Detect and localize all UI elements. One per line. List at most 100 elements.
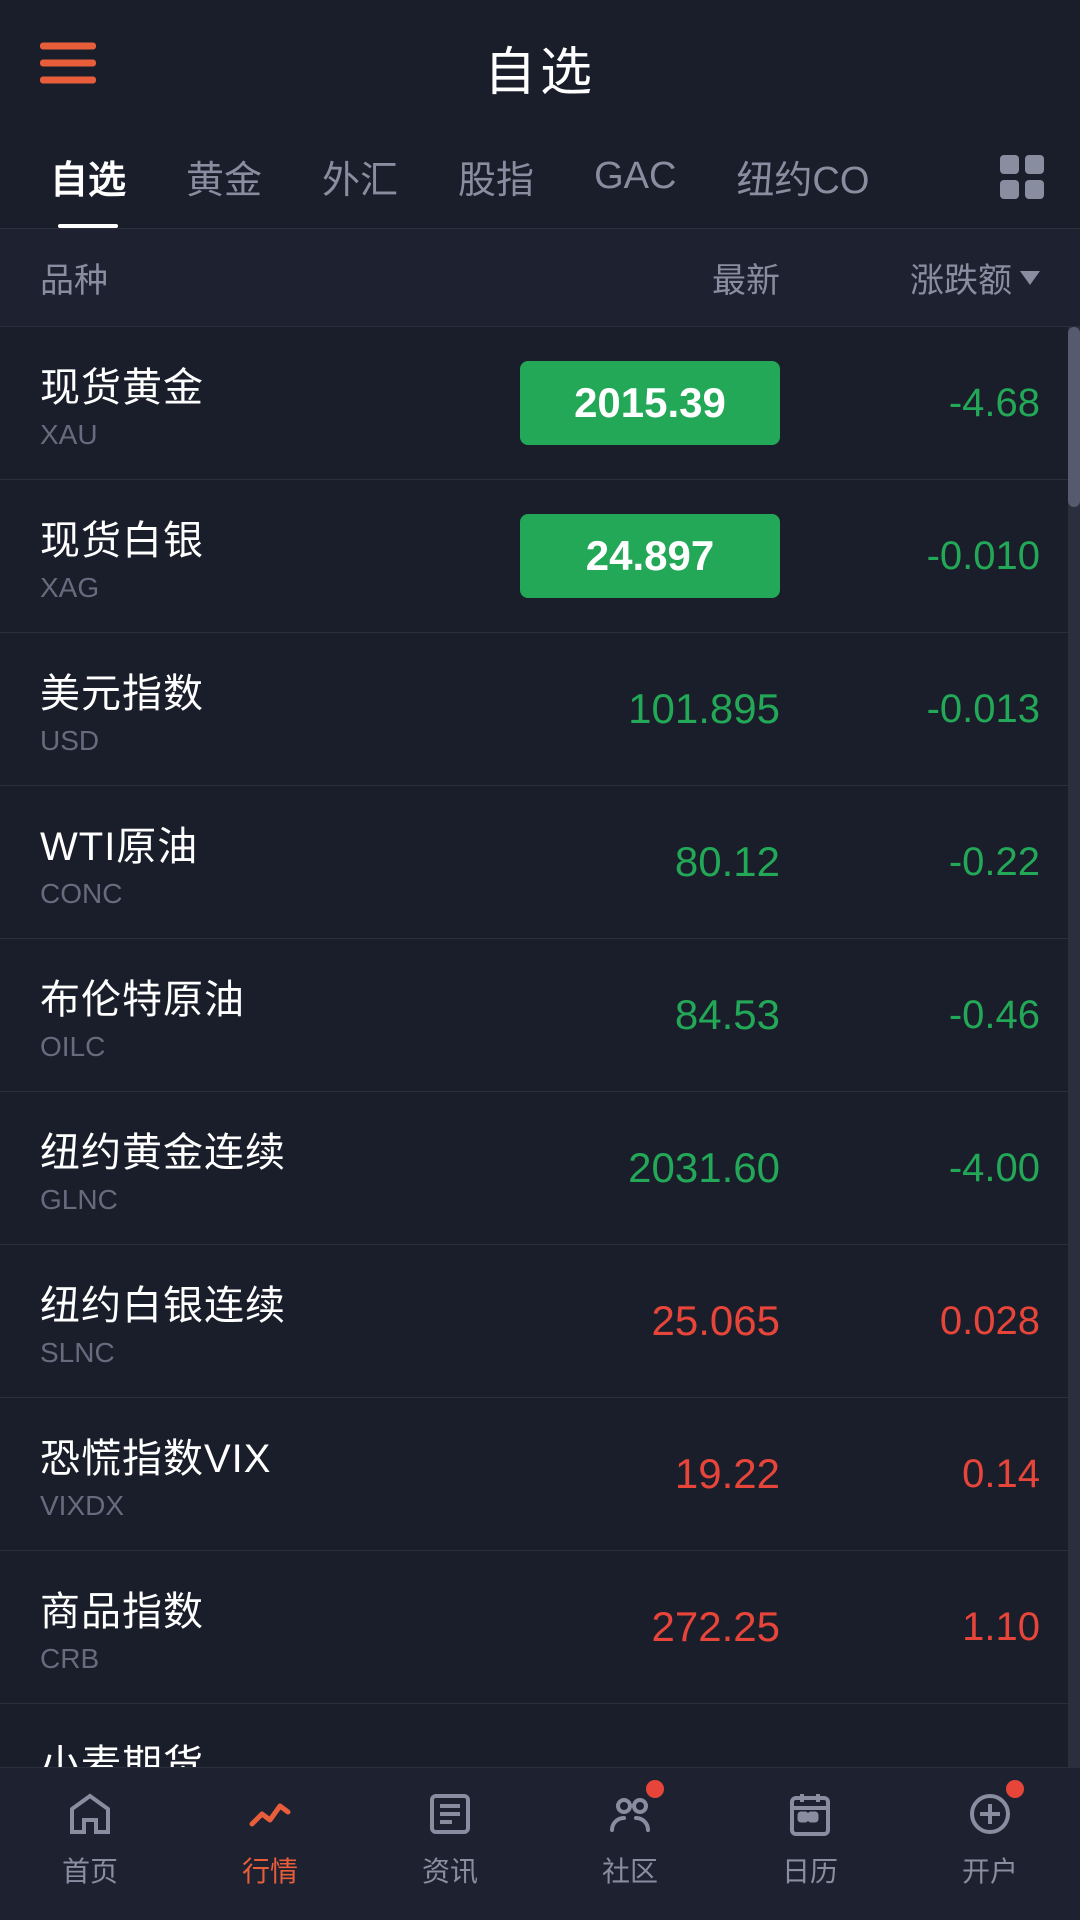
table-row[interactable]: 现货白银 XAG 24.897 -0.010	[0, 480, 1080, 633]
row-name-en: OILC	[40, 1031, 500, 1063]
grid-cell-1	[1000, 155, 1019, 174]
row-name-col: WTI原油 CONC	[40, 814, 500, 910]
table-row[interactable]: 商品指数 CRB 272.25 1.10	[0, 1551, 1080, 1704]
row-name-zh: WTI原油	[40, 814, 500, 872]
community-badge	[646, 1780, 664, 1798]
row-price-col: 272.25	[500, 1603, 820, 1651]
menu-icon-line1	[40, 42, 96, 49]
row-name-zh: 恐慌指数VIX	[40, 1426, 500, 1484]
table-row[interactable]: 恐慌指数VIX VIXDX 19.22 0.14	[0, 1398, 1080, 1551]
page-title: 自选	[484, 30, 596, 105]
sort-icon	[1020, 271, 1040, 285]
grid-view-button[interactable]	[984, 139, 1060, 215]
tab-newyork[interactable]: 纽约CO	[706, 125, 899, 228]
col-header-name: 品种	[40, 253, 500, 302]
row-change-col: -4.68	[820, 381, 1040, 426]
price-text: 272.25	[652, 1603, 780, 1650]
row-price-col: 80.12	[500, 838, 820, 886]
open-badge	[1006, 1780, 1024, 1798]
grid-icon	[1000, 155, 1044, 199]
tab-guzhi[interactable]: 股指	[428, 125, 564, 228]
table-row[interactable]: 美元指数 USD 101.895 -0.013	[0, 633, 1080, 786]
row-name-col: 纽约黄金连续 GLNC	[40, 1120, 500, 1216]
grid-cell-3	[1000, 180, 1019, 199]
row-name-en: XAU	[40, 419, 500, 451]
row-name-en: SLNC	[40, 1337, 500, 1369]
row-price-col: 84.53	[500, 991, 820, 1039]
community-icon	[604, 1788, 656, 1840]
tab-zixuan[interactable]: 自选	[20, 125, 156, 228]
row-price-col: 2031.60	[500, 1144, 820, 1192]
market-icon	[244, 1788, 296, 1840]
scrollbar-thumb[interactable]	[1068, 327, 1080, 507]
row-price-col: 2015.39	[500, 361, 820, 445]
row-name-col: 现货白银 XAG	[40, 508, 500, 604]
row-name-col: 布伦特原油 OILC	[40, 967, 500, 1063]
price-text: 19.22	[675, 1450, 780, 1497]
tab-huangjin[interactable]: 黄金	[156, 125, 292, 228]
row-name-zh: 布伦特原油	[40, 967, 500, 1025]
price-text: 84.53	[675, 991, 780, 1038]
row-change-col: -0.013	[820, 687, 1040, 732]
open-icon	[964, 1788, 1016, 1840]
row-change-col: 0.028	[820, 1299, 1040, 1344]
grid-cell-2	[1025, 155, 1044, 174]
row-change-col: -0.010	[820, 534, 1040, 579]
row-change-col: -0.22	[820, 840, 1040, 885]
row-name-zh: 现货黄金	[40, 355, 500, 413]
menu-button[interactable]	[40, 42, 96, 83]
table-row[interactable]: 纽约白银连续 SLNC 25.065 0.028	[0, 1245, 1080, 1398]
row-price-col: 101.895	[500, 685, 820, 733]
price-badge: 24.897	[520, 514, 780, 598]
nav-item-market[interactable]: 行情	[180, 1788, 360, 1890]
nav-item-community[interactable]: 社区	[540, 1788, 720, 1890]
tab-waihui[interactable]: 外汇	[292, 125, 428, 228]
row-name-zh: 商品指数	[40, 1579, 500, 1637]
tab-gac[interactable]: GAC	[564, 131, 706, 222]
row-name-col: 现货黄金 XAU	[40, 355, 500, 451]
nav-item-home[interactable]: 首页	[0, 1788, 180, 1890]
row-name-zh: 美元指数	[40, 661, 500, 719]
table-header: 品种 最新 涨跌额	[0, 229, 1080, 327]
nav-label-market: 行情	[242, 1850, 298, 1890]
row-name-col: 纽约白银连续 SLNC	[40, 1273, 500, 1369]
table-row[interactable]: 现货黄金 XAU 2015.39 -4.68	[0, 327, 1080, 480]
nav-item-open[interactable]: 开户	[900, 1788, 1080, 1890]
row-change-col: -0.46	[820, 993, 1040, 1038]
home-icon	[64, 1788, 116, 1840]
row-name-en: CONC	[40, 878, 500, 910]
col-header-change: 涨跌额	[820, 253, 1040, 302]
nav-label-community: 社区	[602, 1850, 658, 1890]
row-name-col: 美元指数 USD	[40, 661, 500, 757]
nav-label-home: 首页	[62, 1850, 118, 1890]
table-row[interactable]: 布伦特原油 OILC 84.53 -0.46	[0, 939, 1080, 1092]
menu-icon-line2	[40, 59, 96, 66]
row-price-col: 24.897	[500, 514, 820, 598]
nav-item-news[interactable]: 资讯	[360, 1788, 540, 1890]
header: 自选	[0, 0, 1080, 125]
row-name-col: 商品指数 CRB	[40, 1579, 500, 1675]
nav-item-calendar[interactable]: 日历	[720, 1788, 900, 1890]
price-text: 101.895	[628, 685, 780, 732]
price-text: 80.12	[675, 838, 780, 885]
menu-icon-line3	[40, 76, 96, 83]
tab-navigation: 自选 黄金 外汇 股指 GAC 纽约CO	[0, 125, 1080, 229]
calendar-icon	[784, 1788, 836, 1840]
row-change-col: 1.10	[820, 1605, 1040, 1650]
price-badge: 2015.39	[520, 361, 780, 445]
row-change-col: -4.00	[820, 1146, 1040, 1191]
row-change-col: 0.14	[820, 1452, 1040, 1497]
nav-label-news: 资讯	[422, 1850, 478, 1890]
table-row[interactable]: WTI原油 CONC 80.12 -0.22	[0, 786, 1080, 939]
row-name-zh: 纽约黄金连续	[40, 1120, 500, 1178]
table-row[interactable]: 纽约黄金连续 GLNC 2031.60 -4.00	[0, 1092, 1080, 1245]
price-text: 2031.60	[628, 1144, 780, 1191]
row-name-zh: 现货白银	[40, 508, 500, 566]
row-name-en: VIXDX	[40, 1490, 500, 1522]
row-name-en: CRB	[40, 1643, 500, 1675]
row-name-en: USD	[40, 725, 500, 757]
scrollbar-track[interactable]	[1068, 327, 1080, 1801]
col-header-price: 最新	[500, 253, 820, 302]
nav-label-open: 开户	[962, 1850, 1018, 1890]
nav-label-calendar: 日历	[782, 1850, 838, 1890]
